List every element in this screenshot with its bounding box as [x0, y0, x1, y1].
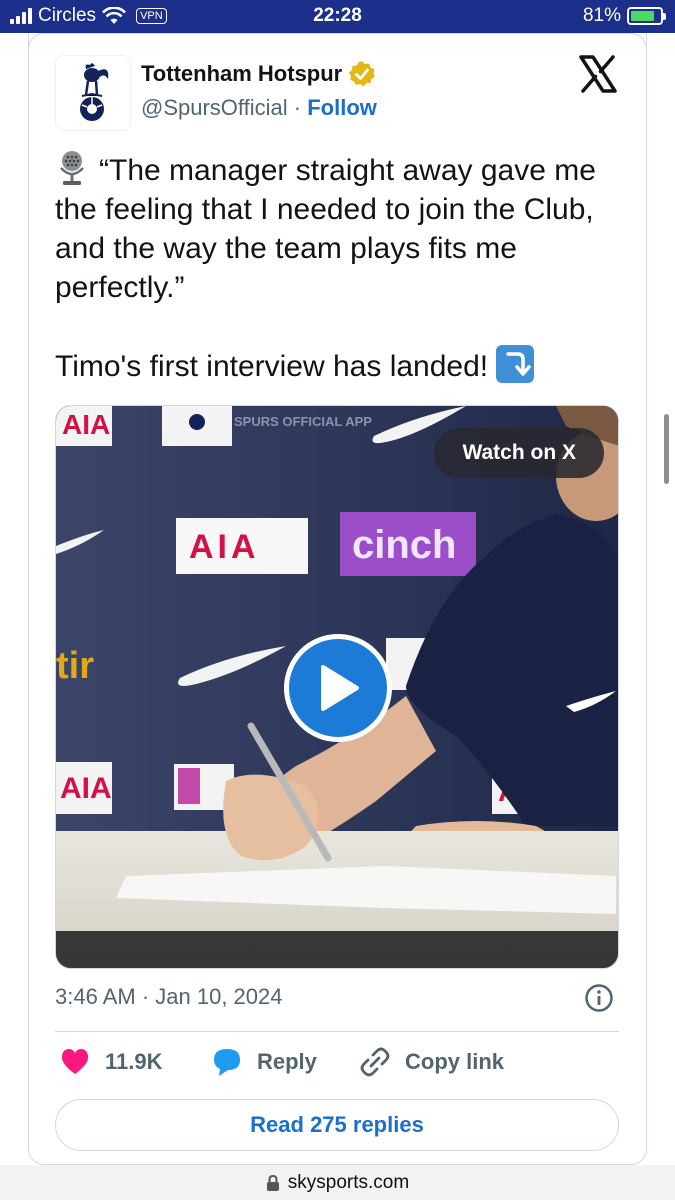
battery-fill	[631, 11, 654, 21]
url-text: skysports.com	[287, 1171, 410, 1193]
copy-link-button[interactable]: Copy link	[359, 1046, 504, 1078]
play-button[interactable]	[284, 634, 392, 742]
sponsor-board-cinch: cinch	[340, 512, 476, 576]
x-logo-icon[interactable]	[578, 54, 618, 94]
copy-link-label: Copy link	[405, 1049, 505, 1074]
board-text-cinch: cinch	[352, 523, 456, 567]
watch-on-x-button[interactable]: Watch on X	[434, 428, 604, 478]
browser-url-bar[interactable]: skysports.com	[0, 1165, 675, 1200]
like-count: 11.9K	[105, 1049, 163, 1074]
author-name[interactable]: Tottenham Hotspur	[141, 61, 342, 87]
sponsor-board-aia-3: AIA	[56, 762, 112, 814]
gold-verified-icon	[349, 61, 376, 87]
author-name-row: Tottenham Hotspur	[141, 60, 376, 88]
tweet-timestamp[interactable]: 3:46 AM · Jan 10, 2024	[55, 984, 283, 1010]
tweet-paragraph-2: Timo's first interview has landed!	[55, 345, 625, 386]
tweet-text: “The manager straight away gave me the f…	[55, 150, 625, 424]
speech-bubble-icon	[214, 1049, 240, 1076]
reply-button[interactable]: Reply	[211, 1046, 317, 1078]
board-text-tir: tir	[56, 645, 94, 687]
battery-percent: 81%	[582, 5, 621, 26]
tweet-card-top	[28, 33, 647, 53]
info-icon[interactable]	[584, 983, 614, 1013]
battery-icon	[627, 7, 666, 25]
tweet-announcement: Timo's first interview has landed!	[55, 350, 489, 383]
author-handle[interactable]: @SpursOfficial	[141, 95, 288, 120]
sponsor-board-aia-1: AIA	[56, 406, 112, 446]
divider	[55, 1031, 619, 1032]
clock: 22:28	[313, 5, 362, 26]
reply-label: Reply	[257, 1049, 317, 1074]
pl-logo-icon	[178, 768, 200, 804]
like-button[interactable]: 11.9K	[59, 1046, 163, 1078]
lock-icon	[266, 1174, 279, 1191]
board-text-aia-1: AIA	[62, 409, 110, 440]
tweet-quote: “The manager straight away gave me the f…	[55, 154, 596, 304]
tweet-actions: 11.9K Reply Copy link	[55, 1046, 619, 1086]
scroll-indicator[interactable]	[664, 414, 669, 484]
studio-microphone-icon	[60, 151, 84, 185]
read-replies-button[interactable]: Read 275 replies	[55, 1099, 619, 1151]
play-icon	[321, 665, 359, 711]
board-text-aia-2: AIA	[189, 528, 260, 566]
video-player[interactable]: AIA SPURS OFFICIAL APP AIA cinch tir AIA	[55, 405, 619, 969]
sponsor-board-aia-2: AIA	[176, 518, 308, 574]
board-text-app: SPURS OFFICIAL APP	[234, 414, 372, 429]
separator-dot: ·	[293, 95, 302, 120]
avatar[interactable]	[55, 55, 131, 131]
link-icon	[360, 1047, 390, 1077]
heart-icon	[61, 1049, 89, 1074]
status-bar: Circles VPN 22:28 81%	[0, 0, 675, 33]
follow-button[interactable]: Follow	[307, 95, 377, 120]
board-text-aia-3: AIA	[60, 772, 112, 805]
status-right: 81%	[582, 5, 666, 27]
arrow-down-right-icon	[496, 345, 535, 383]
spurs-crest-icon	[80, 63, 109, 121]
author-handle-row: @SpursOfficial · Follow	[141, 95, 377, 121]
tweet-paragraph-1: “The manager straight away gave me the f…	[55, 150, 625, 307]
